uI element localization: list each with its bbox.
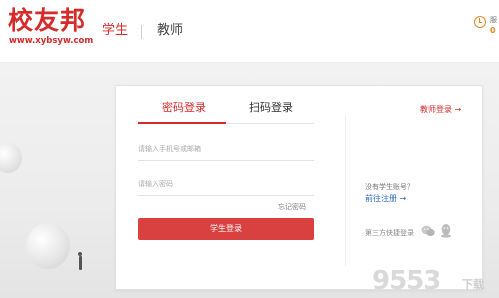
site-logo-url: www.xybsyw.com — [9, 36, 94, 46]
nav-tab-student[interactable]: 学生 — [102, 23, 128, 39]
balloon-decoration — [0, 143, 22, 173]
no-account-text: 没有学生账号？ — [365, 183, 414, 191]
login-card: 密码登录 扫码登录 忘记密码 学生登录 教师登录 → 没有学生账号？ 前往注册 … — [115, 85, 483, 290]
phone-icon — [474, 16, 486, 28]
tab-password-login[interactable]: 密码登录 — [162, 101, 206, 115]
wechat-icon[interactable] — [421, 225, 435, 237]
card-divider — [345, 116, 346, 266]
nav-divider — [141, 25, 142, 39]
account-input[interactable] — [138, 138, 314, 161]
hotline-label: 服 — [490, 16, 497, 24]
tab-active-indicator — [138, 122, 226, 124]
password-input[interactable] — [138, 173, 314, 196]
qq-icon[interactable] — [440, 223, 452, 238]
site-logo[interactable]: 校友邦 — [8, 8, 86, 34]
site-header: 校友邦 www.xybsyw.com 学生 教师 服 0 — [0, 0, 499, 63]
person-figure — [78, 252, 82, 270]
site-watermark: 9553 — [372, 266, 441, 296]
nav-tab-teacher[interactable]: 教师 — [157, 23, 183, 39]
third-party-label: 第三方快捷登录 — [365, 229, 414, 237]
forgot-password-link[interactable]: 忘记密码 — [278, 202, 306, 212]
tab-qrcode-login[interactable]: 扫码登录 — [249, 101, 293, 115]
register-link[interactable]: 前往注册 → — [365, 193, 406, 204]
site-watermark-sub: 下载 — [462, 278, 484, 291]
hotline-number: 0 — [490, 26, 496, 35]
teacher-login-link[interactable]: 教师登录 → — [420, 104, 461, 115]
balloon-decoration — [26, 223, 70, 269]
student-login-button[interactable]: 学生登录 — [138, 218, 314, 240]
